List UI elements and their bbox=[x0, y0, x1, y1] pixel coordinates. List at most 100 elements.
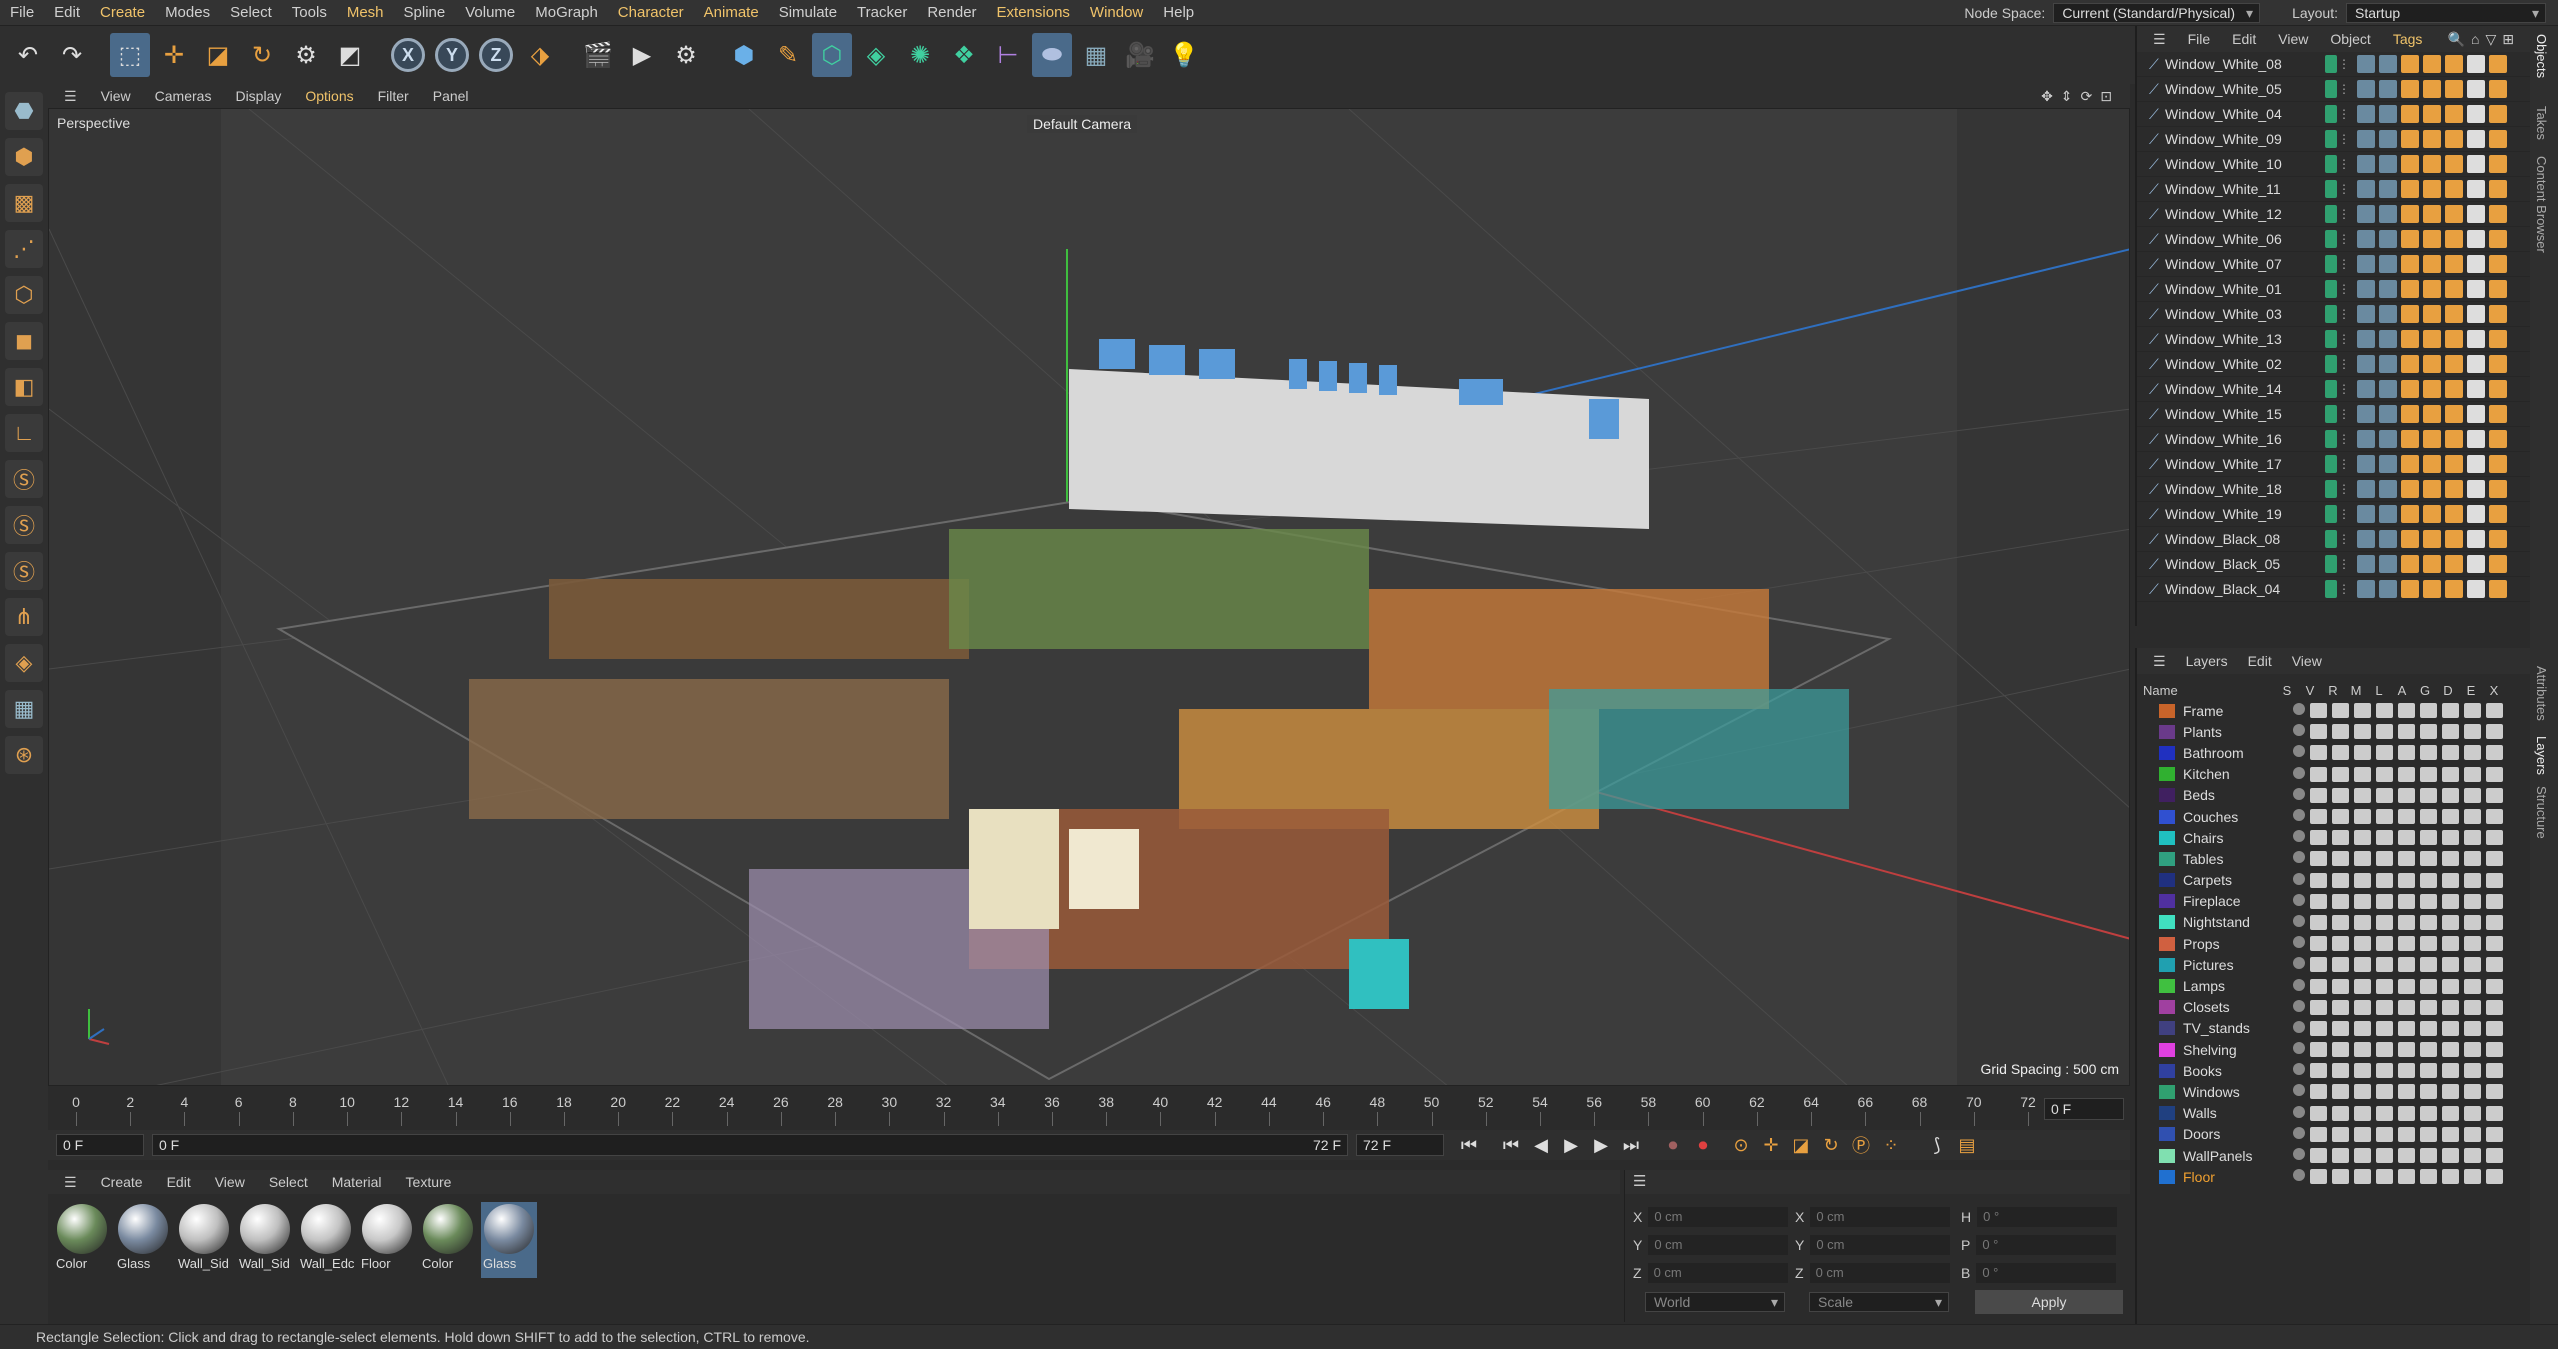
om-menu-view[interactable]: View bbox=[2268, 31, 2318, 47]
material-tag-icon[interactable] bbox=[2467, 55, 2485, 73]
layer-toggle-icon[interactable] bbox=[2398, 893, 2415, 909]
layer-toggle-icon[interactable] bbox=[2464, 830, 2481, 846]
layer-toggle-icon[interactable] bbox=[2442, 1063, 2459, 1079]
material-tag-icon[interactable] bbox=[2445, 480, 2463, 498]
viewport-menu-view[interactable]: View bbox=[91, 88, 141, 104]
material-tag-icon[interactable] bbox=[2489, 305, 2507, 323]
layer-row[interactable]: Pictures bbox=[2137, 954, 2530, 975]
layer-color-icon[interactable] bbox=[2325, 580, 2337, 598]
layer-row[interactable]: Couches bbox=[2137, 806, 2530, 827]
material-tag-icon[interactable] bbox=[2467, 580, 2485, 598]
layer-toggle-icon[interactable] bbox=[2442, 872, 2459, 888]
layer-toggle-icon[interactable] bbox=[2420, 1105, 2437, 1121]
layer-toggle-icon[interactable] bbox=[2442, 914, 2459, 930]
material-tag-icon[interactable] bbox=[2357, 105, 2375, 123]
layer-toggle-icon[interactable] bbox=[2354, 745, 2371, 761]
visibility-dots-icon[interactable]: ⋮ bbox=[2337, 532, 2351, 546]
layer-row[interactable]: Kitchen bbox=[2137, 764, 2530, 785]
material-tag-icon[interactable] bbox=[2379, 230, 2397, 248]
object-row[interactable]: ⟋ Window_White_06 ⋮ bbox=[2137, 227, 2530, 252]
layer-toggle-icon[interactable] bbox=[2464, 936, 2481, 952]
layer-toggle-icon[interactable] bbox=[2420, 745, 2437, 761]
layer-column-header[interactable]: R bbox=[2325, 683, 2341, 698]
layer-toggle-icon[interactable] bbox=[2354, 851, 2371, 867]
layer-row[interactable]: Books bbox=[2137, 1060, 2530, 1081]
layer-color-icon[interactable] bbox=[2325, 80, 2337, 98]
layer-toggle-icon[interactable] bbox=[2310, 1148, 2327, 1164]
layer-toggle-icon[interactable] bbox=[2332, 1063, 2349, 1079]
rot-p-field[interactable]: 0 ° bbox=[1976, 1235, 2117, 1255]
layer-toggle-icon[interactable] bbox=[2486, 957, 2503, 973]
layer-toggle-icon[interactable] bbox=[2293, 1169, 2305, 1182]
layer-toggle-icon[interactable] bbox=[2464, 766, 2481, 782]
layer-toggle-icon[interactable] bbox=[2332, 1020, 2349, 1036]
layer-toggle-icon[interactable] bbox=[2376, 978, 2393, 994]
material-tag-icon[interactable] bbox=[2379, 455, 2397, 473]
model-mode-icon[interactable]: ⬢ bbox=[5, 138, 43, 176]
menu-volume[interactable]: Volume bbox=[455, 0, 525, 26]
render-region-icon[interactable]: 🎬 bbox=[578, 33, 618, 77]
material-tag-icon[interactable] bbox=[2467, 430, 2485, 448]
layer-toggle-icon[interactable] bbox=[2293, 1148, 2305, 1161]
object-row[interactable]: ⟋ Window_White_11 ⋮ bbox=[2137, 177, 2530, 202]
layer-row[interactable]: Plants bbox=[2137, 721, 2530, 742]
layer-toggle-icon[interactable] bbox=[2354, 724, 2371, 740]
layer-column-header[interactable]: L bbox=[2371, 683, 2387, 698]
layer-toggle-icon[interactable] bbox=[2442, 787, 2459, 803]
material-tag-icon[interactable] bbox=[2423, 55, 2441, 73]
layer-color-icon[interactable] bbox=[2325, 505, 2337, 523]
material-tag-icon[interactable] bbox=[2357, 580, 2375, 598]
layer-toggle-icon[interactable] bbox=[2398, 809, 2415, 825]
layer-row[interactable]: Chairs bbox=[2137, 827, 2530, 848]
material-tag-icon[interactable] bbox=[2445, 80, 2463, 98]
layer-toggle-icon[interactable] bbox=[2398, 957, 2415, 973]
layer-toggle-icon[interactable] bbox=[2310, 893, 2327, 909]
layer-row[interactable]: Nightstand bbox=[2137, 912, 2530, 933]
key-param-icon[interactable]: Ⓟ bbox=[1846, 1132, 1876, 1158]
layer-color-icon[interactable] bbox=[2325, 455, 2337, 473]
tab-takes[interactable]: Takes bbox=[2534, 106, 2549, 140]
layer-color-swatch[interactable] bbox=[2159, 936, 2175, 951]
layer-toggle-icon[interactable] bbox=[2442, 999, 2459, 1015]
material-tag-icon[interactable] bbox=[2401, 155, 2419, 173]
material-tag-icon[interactable] bbox=[2379, 330, 2397, 348]
layer-row[interactable]: Carpets bbox=[2137, 870, 2530, 891]
layer-toggle-icon[interactable] bbox=[2332, 914, 2349, 930]
material-tag-icon[interactable] bbox=[2401, 180, 2419, 198]
menu-spline[interactable]: Spline bbox=[394, 0, 456, 26]
workplane-icon[interactable]: ◈ bbox=[5, 644, 43, 682]
material-tag-icon[interactable] bbox=[2489, 280, 2507, 298]
material-tag-icon[interactable] bbox=[2423, 430, 2441, 448]
layer-toggle-icon[interactable] bbox=[2486, 999, 2503, 1015]
material-menu-select[interactable]: Select bbox=[259, 1174, 318, 1190]
layer-toggle-icon[interactable] bbox=[2332, 1169, 2349, 1185]
layer-toggle-icon[interactable] bbox=[2293, 893, 2305, 906]
layer-toggle-icon[interactable] bbox=[2486, 1148, 2503, 1164]
material-swatch[interactable]: Wall_Edc bbox=[298, 1202, 354, 1278]
layer-toggle-icon[interactable] bbox=[2354, 1063, 2371, 1079]
material-tag-icon[interactable] bbox=[2357, 80, 2375, 98]
material-menu-create[interactable]: Create bbox=[91, 1174, 153, 1190]
object-row[interactable]: ⟋ Window_White_18 ⋮ bbox=[2137, 477, 2530, 502]
layer-color-swatch[interactable] bbox=[2159, 873, 2175, 888]
layer-column-header[interactable]: G bbox=[2417, 683, 2433, 698]
motion-system-icon[interactable]: ⟆ bbox=[1922, 1132, 1952, 1158]
layer-toggle-icon[interactable] bbox=[2332, 1126, 2349, 1142]
menu-character[interactable]: Character bbox=[608, 0, 694, 26]
layer-toggle-icon[interactable] bbox=[2464, 1084, 2481, 1100]
material-tag-icon[interactable] bbox=[2401, 105, 2419, 123]
layer-toggle-icon[interactable] bbox=[2293, 1126, 2305, 1139]
material-tag-icon[interactable] bbox=[2357, 205, 2375, 223]
layer-toggle-icon[interactable] bbox=[2293, 787, 2305, 800]
layer-toggle-icon[interactable] bbox=[2310, 1063, 2327, 1079]
points-mode-icon[interactable]: ⋰ bbox=[5, 230, 43, 268]
material-tag-icon[interactable] bbox=[2489, 155, 2507, 173]
layer-column-header[interactable]: S bbox=[2279, 683, 2295, 698]
tab-structure[interactable]: Structure bbox=[2534, 786, 2549, 839]
go-to-start-icon[interactable]: ⏮ bbox=[1454, 1132, 1484, 1158]
light-icon[interactable]: 💡 bbox=[1164, 33, 1204, 77]
layer-row[interactable]: Lamps bbox=[2137, 975, 2530, 996]
layer-toggle-icon[interactable] bbox=[2486, 1169, 2503, 1185]
layer-toggle-icon[interactable] bbox=[2293, 745, 2305, 758]
object-row[interactable]: ⟋ Window_White_07 ⋮ bbox=[2137, 252, 2530, 277]
